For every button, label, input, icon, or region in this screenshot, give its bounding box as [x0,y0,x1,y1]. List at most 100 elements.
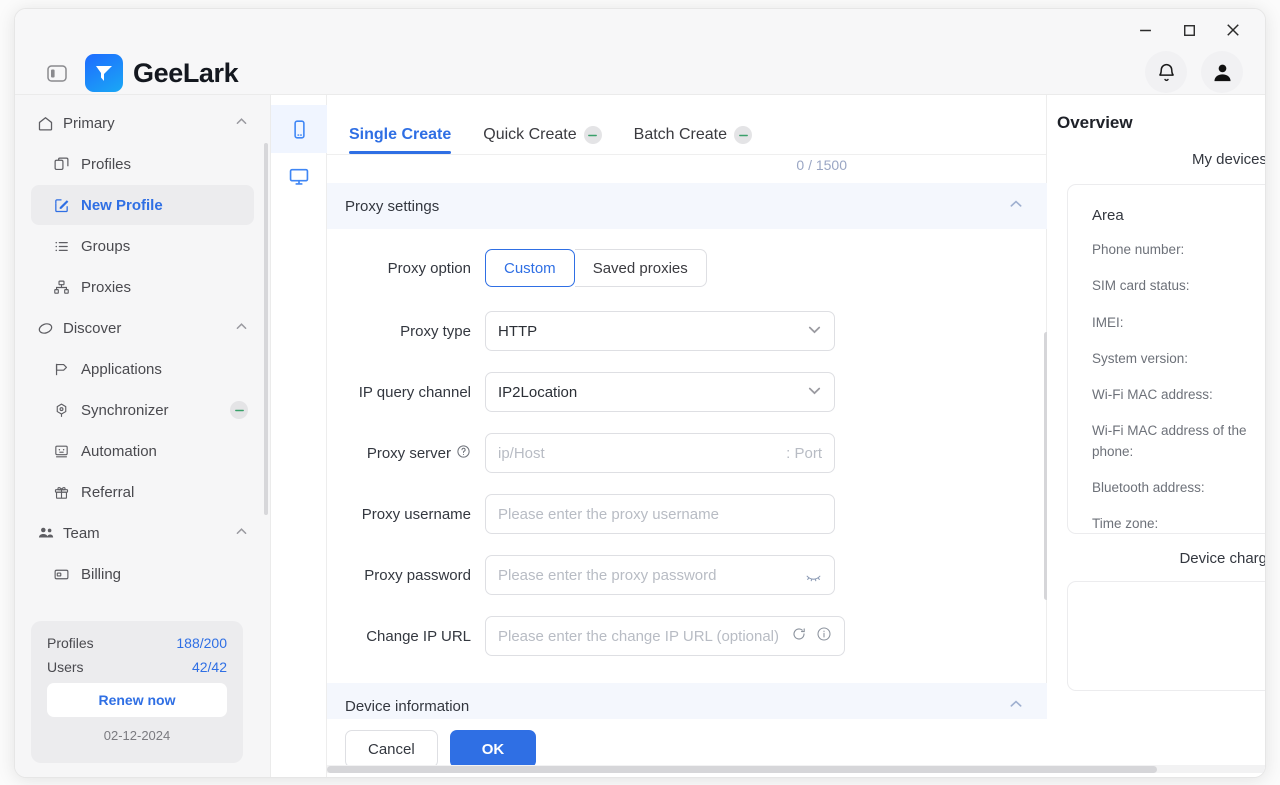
field-label-text: Proxy server [366,444,451,462]
sidebar-group-team[interactable]: Team [31,513,254,553]
proxy-server-input[interactable]: ip/Host : Port [485,433,835,473]
horizontal-scrollbar-thumb[interactable] [327,766,1157,773]
sidebar-item-profiles[interactable]: Profiles [31,144,254,184]
device-row-phone-number: Phone number: [1092,242,1185,257]
desktop-device-icon[interactable] [271,153,327,201]
sidebar-item-automation[interactable]: Automation [31,431,254,471]
sidebar-item-label: Billing [81,565,122,583]
eye-off-icon[interactable] [805,567,822,584]
panel-toggle-icon[interactable] [43,61,71,85]
ip-query-channel-select[interactable]: IP2Location [485,372,835,412]
user-avatar-icon[interactable] [1201,51,1243,93]
character-counter: 0 / 1500 [796,157,847,173]
minimize-button[interactable] [1123,15,1167,45]
plan-users-label: Users [47,659,84,675]
plan-summary-card: Profiles 188/200 Users 42/42 Renew now 0… [31,621,243,763]
sidebar-item-label: New Profile [81,196,163,214]
proxy-username-input[interactable]: Please enter the proxy username [485,494,835,534]
device-info-card: Area Phone number: SIM card status: IMEI… [1067,184,1265,534]
gift-icon [53,484,81,501]
plan-profiles-label: Profiles [47,635,94,651]
sync-icon [53,402,81,419]
proxy-password-input[interactable]: Please enter the proxy password [485,555,835,595]
input-placeholder: Please enter the proxy password [498,566,717,584]
sidebar-group-label: Primary [63,114,115,132]
section-header-device-information[interactable]: Device information [327,683,1047,719]
content-area: Single Create Quick Create Batch Create … [271,95,1265,777]
change-ip-url-input[interactable]: Please enter the change IP URL (optional… [485,616,845,656]
cancel-button[interactable]: Cancel [345,730,438,768]
sidebar-item-new-profile[interactable]: New Profile [31,185,254,225]
close-button[interactable] [1211,15,1255,45]
device-row-imei: IMEI: [1092,314,1124,330]
apps-icon [53,361,81,378]
section-title: Device information [345,697,470,715]
renew-now-button[interactable]: Renew now [47,683,227,717]
sidebar-item-referral[interactable]: Referral [31,472,254,512]
ip-query-channel-value: IP2Location [498,383,578,401]
device-type-rail [271,95,327,777]
proxy-option-saved-proxies-button[interactable]: Saved proxies [574,249,707,287]
list-icon [53,238,81,255]
chevron-up-icon [235,115,248,132]
sidebar-item-billing[interactable]: Billing [31,554,254,594]
automation-icon [53,443,81,460]
sidebar-nav: Primary Profiles New Profile Groups Prox… [15,95,270,605]
sidebar-item-label: Automation [81,442,157,460]
sidebar-group-primary[interactable]: Primary [31,103,254,143]
tab-quick-create[interactable]: Quick Create [483,126,602,154]
sidebar-group-label: Team [63,524,100,542]
home-icon [37,115,63,132]
device-row-wifi-mac-phone: Wi-Fi MAC address of the phone: [1092,423,1247,459]
plan-row-users: Users 42/42 [47,659,227,675]
tab-batch-create[interactable]: Batch Create [633,126,753,154]
sidebar-item-proxies[interactable]: Proxies [31,267,254,307]
field-proxy-server: Proxy server ip/Host : Port [327,432,1047,474]
proxy-type-select[interactable]: HTTP [485,311,835,351]
sidebar-group-discover[interactable]: Discover [31,308,254,348]
question-circle-icon[interactable] [456,444,471,463]
sidebar-item-applications[interactable]: Applications [31,349,254,389]
tab-single-create[interactable]: Single Create [349,126,452,154]
horizontal-scrollbar-track[interactable] [327,765,1265,773]
sidebar-scrollbar[interactable] [264,143,268,515]
device-card-title: Area [1092,207,1124,224]
sidebar-item-groups[interactable]: Groups [31,226,254,266]
create-mode-tabs: Single Create Quick Create Batch Create [327,95,1046,155]
proxy-type-value: HTTP [498,322,538,340]
billing-card-icon [53,566,81,583]
field-proxy-password: Proxy password Please enter the proxy pa… [327,554,1047,596]
sidebar-item-label: Applications [81,360,162,378]
field-label: Change IP URL [366,627,471,645]
info-circle-icon[interactable] [816,626,832,646]
refresh-icon[interactable] [791,626,807,646]
bell-icon[interactable] [1145,51,1187,93]
sidebar-item-label: Profiles [81,155,132,173]
brand: GeeLark [85,54,239,92]
create-profile-form: Single Create Quick Create Batch Create … [327,95,1192,777]
change-ip-url-actions [791,626,832,646]
plan-profiles-value: 188/200 [176,635,227,651]
maximize-button[interactable] [1167,15,1211,45]
tab-badge [734,126,753,144]
field-ip-query-channel: IP query channel IP2Location [327,371,1047,413]
tab-label: Quick Create [483,126,577,143]
field-label: Proxy username [361,505,471,523]
sidebar-item-synchronizer[interactable]: Synchronizer [31,390,254,430]
mobile-device-icon[interactable] [271,105,327,153]
section-header-proxy-settings[interactable]: Proxy settings [327,183,1047,229]
application-window: GeeLark Primary Profiles New Profile Gro… [14,8,1266,778]
field-label: Proxy option [387,259,471,277]
input-placeholder: Please enter the proxy username [498,505,719,523]
device-row-bluetooth: Bluetooth address: [1092,479,1205,495]
titlebar: GeeLark [15,9,1265,95]
ok-button[interactable]: OK [449,730,537,768]
field-label: Proxy type [400,322,471,340]
tab-label: Batch Create [633,126,728,143]
chevron-up-icon [235,320,248,337]
chevron-down-icon [807,383,822,402]
proxy-port-placeholder: : Port [786,444,822,462]
field-proxy-username: Proxy username Please enter the proxy us… [327,493,1047,535]
window-controls [1123,15,1255,45]
proxy-option-custom-button[interactable]: Custom [485,249,575,287]
